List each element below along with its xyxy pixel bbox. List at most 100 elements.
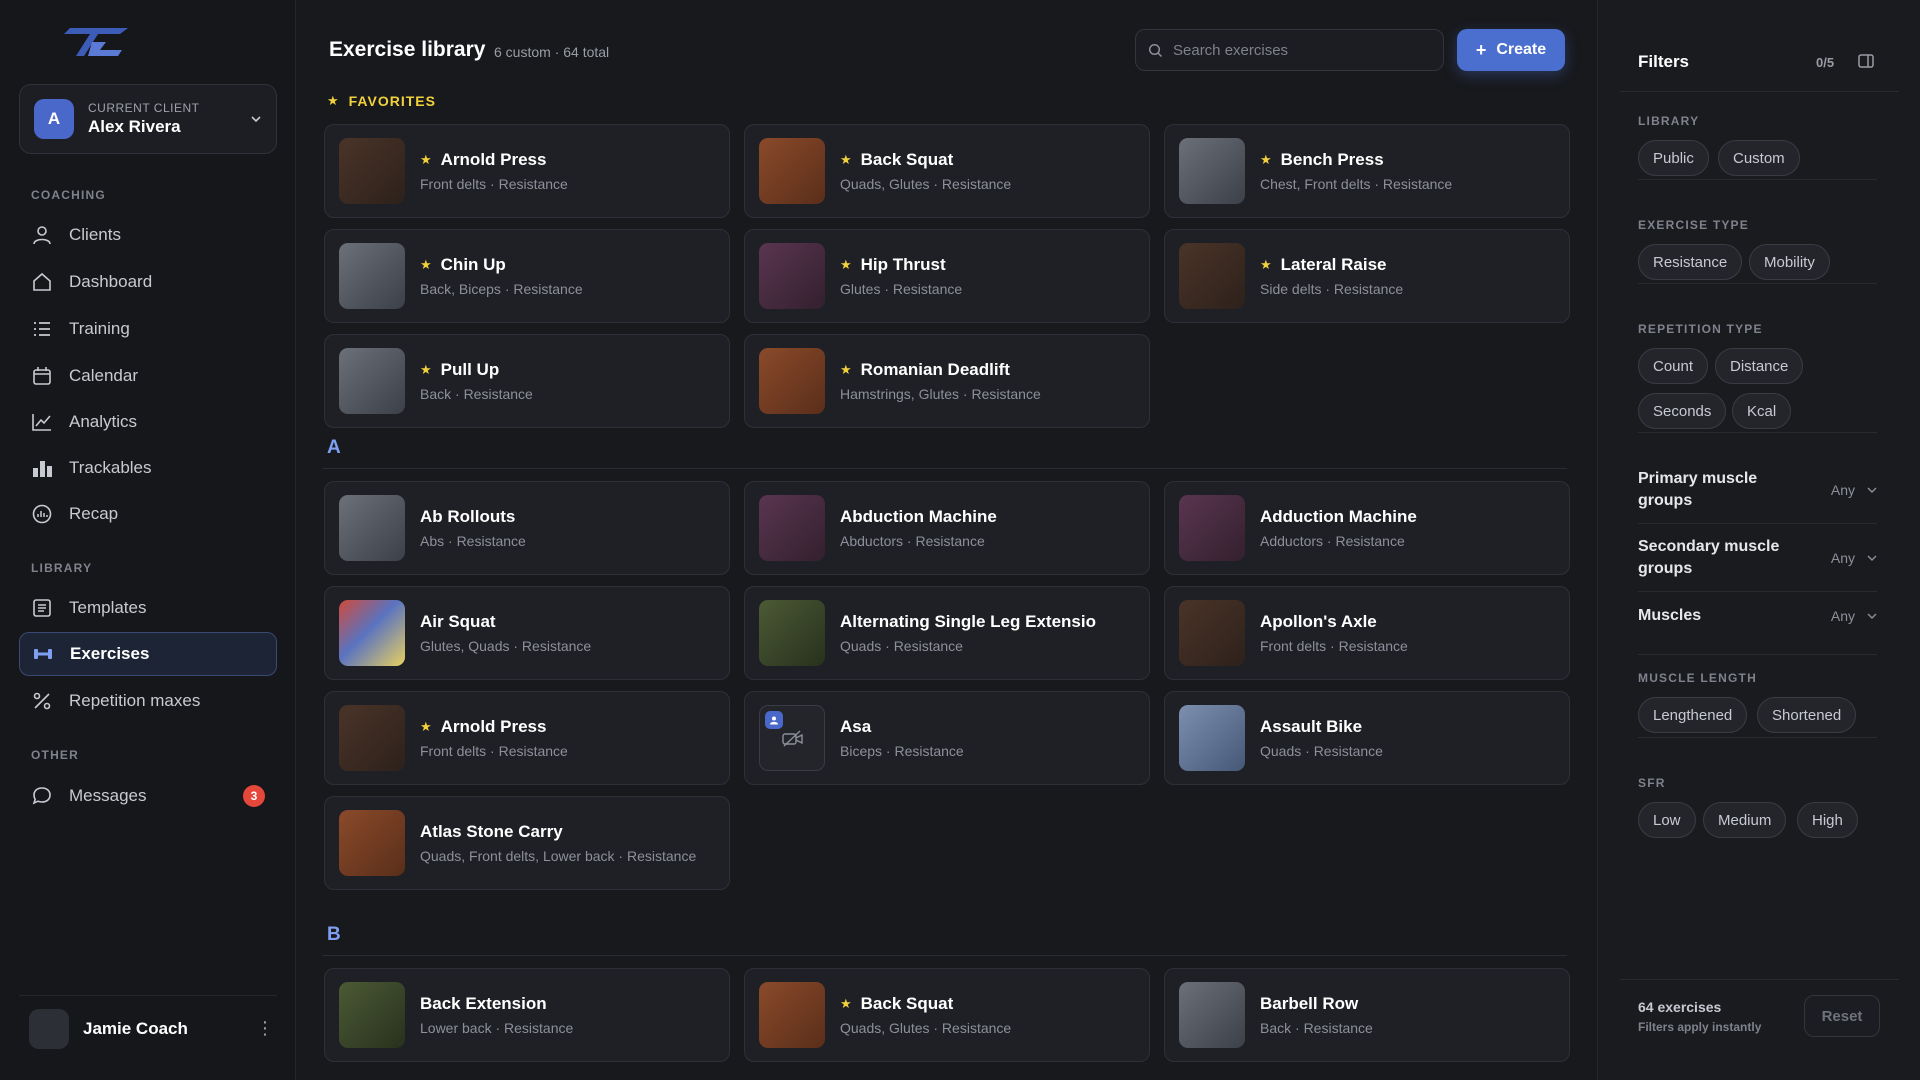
- chip-low[interactable]: Low: [1638, 802, 1696, 838]
- exercise-thumbnail: [759, 138, 825, 204]
- sidebar-item-templates[interactable]: Templates: [19, 586, 277, 630]
- exercise-card[interactable]: ★ Lateral Raise Side delts · Resistance: [1164, 229, 1570, 323]
- chip-custom[interactable]: Custom: [1718, 140, 1800, 176]
- exercise-card[interactable]: Air Squat Glutes, Quads · Resistance: [324, 586, 730, 680]
- dropdown-muscles[interactable]: Muscles Any: [1638, 605, 1877, 627]
- dumbbell-icon: [32, 643, 54, 665]
- exercise-thumbnail: [759, 243, 825, 309]
- app-logo[interactable]: [62, 24, 132, 60]
- sidebar-item-label: Dashboard: [69, 272, 153, 291]
- sidebar-item-analytics[interactable]: Analytics: [19, 400, 277, 444]
- exercise-name: Romanian Deadlift: [860, 360, 1010, 379]
- favorite-star-icon[interactable]: ★: [840, 257, 852, 273]
- divider: [1638, 654, 1877, 655]
- exercise-name: Back Squat: [860, 150, 954, 169]
- exercise-muscles: Abs · Resistance: [420, 533, 526, 549]
- dropdown-secondary-muscle-groups[interactable]: Secondary muscle groups Any: [1638, 536, 1877, 580]
- exercise-card[interactable]: Asa Biceps · Resistance: [744, 691, 1150, 785]
- favorite-star-icon[interactable]: ★: [1260, 152, 1272, 168]
- user-profile[interactable]: Jamie Coach ⋮: [19, 995, 277, 1061]
- exercise-card[interactable]: Back Extension Lower back · Resistance: [324, 968, 730, 1062]
- exercise-card[interactable]: Apollon's Axle Front delts · Resistance: [1164, 586, 1570, 680]
- chip-shortened[interactable]: Shortened: [1757, 697, 1857, 733]
- favorite-star-icon[interactable]: ★: [840, 362, 852, 378]
- exercise-card[interactable]: Ab Rollouts Abs · Resistance: [324, 481, 730, 575]
- video-off-icon: [782, 730, 803, 747]
- exercise-card[interactable]: Atlas Stone Carry Quads, Front delts, Low…: [324, 796, 730, 890]
- exercise-muscles: Glutes, Quads · Resistance: [420, 638, 592, 654]
- chip-high[interactable]: High: [1797, 802, 1858, 838]
- exercise-name: Back Extension: [420, 994, 547, 1013]
- favorite-star-icon[interactable]: ★: [420, 362, 432, 378]
- sidebar-item-trackables[interactable]: Trackables: [19, 446, 277, 490]
- results-note: Filters apply instantly: [1638, 1020, 1762, 1034]
- sidebar-item-exercises[interactable]: Exercises: [19, 632, 277, 676]
- chip-lengthened[interactable]: Lengthened: [1638, 697, 1748, 733]
- exercise-card[interactable]: Alternating Single Leg Extensio Quads · R…: [744, 586, 1150, 680]
- search-box[interactable]: [1135, 29, 1444, 71]
- chip-kcal[interactable]: Kcal: [1732, 393, 1792, 429]
- person-icon: [31, 224, 53, 246]
- favorite-star-icon[interactable]: ★: [420, 152, 432, 168]
- exercise-muscles: Quads, Glutes · Resistance: [840, 1020, 1012, 1036]
- exercise-card[interactable]: Abduction Machine Abductors · Resistance: [744, 481, 1150, 575]
- chip-public[interactable]: Public: [1638, 140, 1709, 176]
- panel-toggle-icon[interactable]: [1857, 52, 1875, 70]
- exercise-card[interactable]: Barbell Row Back · Resistance: [1164, 968, 1570, 1062]
- exercise-thumbnail: [1179, 138, 1245, 204]
- exercise-thumbnail: [339, 600, 405, 666]
- favorite-star-icon[interactable]: ★: [1260, 257, 1272, 273]
- exercise-card[interactable]: ★ Arnold Press Front delts · Resistance: [324, 124, 730, 218]
- sidebar-item-recap[interactable]: Recap: [19, 492, 277, 536]
- chip-seconds[interactable]: Seconds: [1638, 393, 1727, 429]
- sidebar-item-training[interactable]: Training: [19, 307, 277, 351]
- favorite-star-icon[interactable]: ★: [840, 996, 852, 1012]
- favorite-star-icon[interactable]: ★: [420, 719, 432, 735]
- sidebar-item-calendar[interactable]: Calendar: [19, 354, 277, 398]
- exercise-thumbnail: [1179, 982, 1245, 1048]
- favorite-star-icon[interactable]: ★: [420, 257, 432, 273]
- exercise-card[interactable]: ★ Hip Thrust Glutes · Resistance: [744, 229, 1150, 323]
- nav-section-coaching: COACHING: [31, 188, 106, 202]
- chip-count[interactable]: Count: [1638, 348, 1709, 384]
- sidebar-item-repetition-maxes[interactable]: Repetition maxes: [19, 679, 277, 723]
- sidebar-item-dashboard[interactable]: Dashboard: [19, 260, 277, 304]
- exercise-name: Barbell Row: [1260, 994, 1359, 1013]
- chip-distance[interactable]: Distance: [1715, 348, 1804, 384]
- exercise-card[interactable]: Assault Bike Quads · Resistance: [1164, 691, 1570, 785]
- chip-resistance[interactable]: Resistance: [1638, 244, 1743, 280]
- filter-muscle-length-label: MUSCLE LENGTH: [1638, 671, 1757, 685]
- divider: [1638, 523, 1877, 524]
- more-options-icon[interactable]: ⋮: [253, 1014, 277, 1044]
- dropdown-value: Any: [1830, 482, 1855, 498]
- section-letter-a: A: [327, 437, 341, 458]
- exercise-card[interactable]: ★ Chin Up Back, Biceps · Resistance: [324, 229, 730, 323]
- sidebar-item-label: Training: [69, 319, 130, 338]
- client-switcher[interactable]: A CURRENT CLIENT Alex Rivera: [19, 84, 277, 154]
- reset-button[interactable]: Reset: [1804, 995, 1880, 1037]
- chip-mobility[interactable]: Mobility: [1749, 244, 1830, 280]
- exercise-card[interactable]: ★ Romanian Deadlift Hamstrings, Glutes · R…: [744, 334, 1150, 428]
- exercise-muscles: Abductors · Resistance: [840, 533, 985, 549]
- exercise-card[interactable]: ★ Back Squat Quads, Glutes · Resistance: [744, 968, 1150, 1062]
- dropdown-primary-muscle-groups[interactable]: Primary muscle groups Any: [1638, 468, 1877, 512]
- exercise-muscles: Quads · Resistance: [1260, 743, 1383, 759]
- chip-medium[interactable]: Medium: [1703, 802, 1787, 838]
- sidebar-item-clients[interactable]: Clients: [19, 213, 277, 257]
- chat-icon: [31, 785, 53, 807]
- create-button[interactable]: + Create: [1457, 29, 1565, 71]
- exercise-thumbnail: [339, 982, 405, 1048]
- exercise-card[interactable]: ★ Back Squat Quads, Glutes · Resistance: [744, 124, 1150, 218]
- exercise-thumbnail: [339, 495, 405, 561]
- search-input[interactable]: [1173, 41, 1433, 59]
- exercise-name: Hip Thrust: [860, 255, 946, 274]
- favorite-star-icon[interactable]: ★: [840, 152, 852, 168]
- sidebar-item-messages[interactable]: Messages 3: [19, 774, 277, 818]
- exercise-name: Adduction Machine: [1260, 507, 1417, 526]
- exercise-card[interactable]: ★ Pull Up Back · Resistance: [324, 334, 730, 428]
- exercise-name: Ab Rollouts: [420, 507, 516, 526]
- exercise-card[interactable]: ★ Bench Press Chest, Front delts · Resista…: [1164, 124, 1570, 218]
- exercise-card[interactable]: ★ Arnold Press Front delts · Resistance: [324, 691, 730, 785]
- exercise-card[interactable]: Adduction Machine Adductors · Resistance: [1164, 481, 1570, 575]
- sidebar-item-label: Messages: [69, 786, 147, 805]
